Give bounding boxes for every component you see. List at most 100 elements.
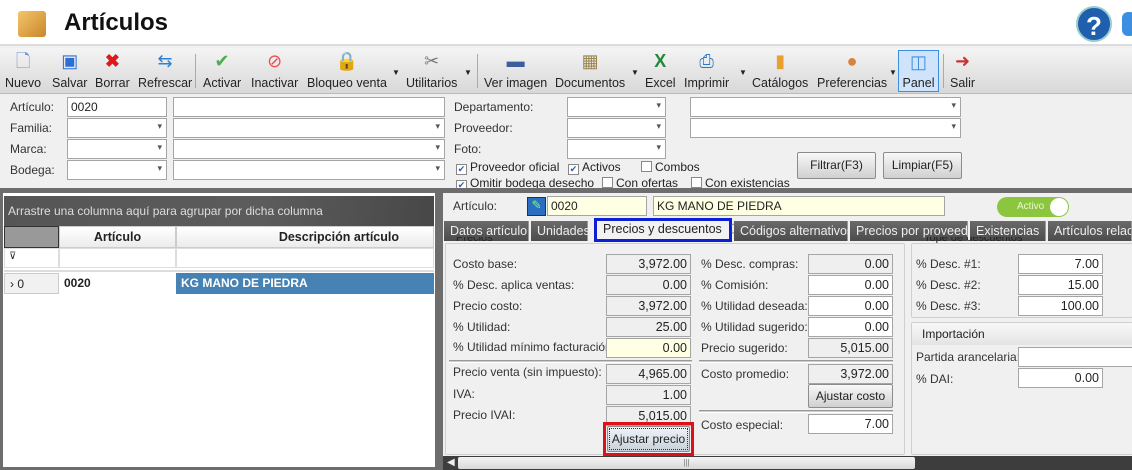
edit-icon[interactable]: ✎ [527, 197, 546, 216]
help-icon[interactable]: ? [1076, 6, 1112, 42]
row-indicator[interactable]: › 0 [4, 273, 59, 294]
utilidad-minimo-input[interactable]: 0.00 [606, 338, 691, 358]
field-label: % Desc. aplica ventas: [453, 278, 575, 292]
grid-corner[interactable] [4, 226, 59, 248]
departamento-desc-combo[interactable] [690, 97, 961, 117]
dropdown-arrow-icon[interactable]: ▼ [392, 68, 400, 77]
omitir-bodega-desecho-checkbox[interactable]: ✔ Omitir bodega desecho [456, 176, 594, 188]
horizontal-scrollbar[interactable]: ◀ ||| [443, 456, 1132, 470]
con-existencias-checkbox[interactable]: Con existencias [691, 176, 790, 188]
printer-icon: ⎙ [699, 51, 714, 71]
combos-checkbox[interactable]: Combos [641, 160, 700, 174]
con-ofertas-checkbox[interactable]: Con ofertas [602, 176, 678, 188]
filter-cell-articulo[interactable] [59, 248, 176, 268]
page-title: Artículos [64, 9, 169, 36]
proveedor-oficial-checkbox[interactable]: ✔ Proveedor oficial [456, 160, 559, 175]
new-document-icon: 🗋 [15, 51, 31, 71]
costo-especial-input[interactable]: 7.00 [808, 414, 893, 434]
ajustar-costo-button[interactable]: Ajustar costo [808, 384, 893, 408]
partida-arancelaria-input[interactable] [1018, 347, 1132, 367]
scroll-left-icon[interactable]: ◀ [447, 457, 455, 468]
save-icon: ▣ [61, 51, 79, 71]
utilidad-sugerido-input[interactable]: 0.00 [808, 317, 893, 337]
documentos-button[interactable]: ▦ Documentos [555, 50, 625, 92]
filtrar-button[interactable]: Filtrar(F3) [797, 152, 876, 179]
costo-promedio-value: 3,972.00 [808, 364, 893, 384]
familia-desc-combo[interactable] [173, 118, 445, 138]
ver-imagen-button[interactable]: ▬ Ver imagen [484, 50, 547, 92]
dropdown-arrow-icon[interactable]: ▼ [464, 68, 472, 77]
utilidad-deseada-input[interactable]: 0.00 [808, 296, 893, 316]
detail-articulo-desc[interactable]: KG MANO DE PIEDRA [653, 196, 945, 216]
tab-codigos-alternativos[interactable]: Códigos alternativos [734, 221, 853, 241]
dropdown-arrow-icon[interactable]: ▼ [631, 68, 639, 77]
excel-button[interactable]: X Excel [645, 50, 676, 92]
nuevo-button[interactable]: 🗋 Nuevo [5, 50, 41, 92]
table-row-articulo[interactable]: 0020 [59, 273, 176, 294]
bodega-code-combo[interactable] [67, 160, 167, 180]
marca-code-combo[interactable] [67, 139, 167, 159]
group-by-area[interactable]: Arrastre una columna aquí para agrupar p… [4, 196, 434, 226]
dai-input[interactable]: 0.00 [1018, 368, 1103, 388]
articulo-desc-input[interactable] [173, 97, 445, 117]
articulo-code-input[interactable]: 0020 [67, 97, 167, 117]
activos-checkbox[interactable]: ✔ Activos [568, 160, 621, 175]
activar-button[interactable]: ✔ Activar [203, 50, 241, 92]
refrescar-button[interactable]: ⇆ Refrescar [138, 50, 192, 92]
check-icon: ✔ [214, 51, 230, 71]
status-toggle[interactable]: Activo [997, 197, 1069, 217]
tab-unidades[interactable]: Unidades [531, 221, 590, 241]
field-label: % Desc. #3: [916, 299, 981, 313]
imprimir-button[interactable]: ⎙ Imprimir [684, 50, 729, 92]
table-row-descripcion[interactable]: KG MANO DE PIEDRA [176, 273, 434, 294]
checkbox-icon [602, 177, 613, 188]
tab-articulos-relacionados[interactable]: Artículos relacio [1048, 221, 1132, 241]
comision-input[interactable]: 0.00 [808, 275, 893, 295]
dropdown-arrow-icon[interactable]: ▼ [889, 68, 897, 77]
utilitarios-button[interactable]: ✂ Utilitarios [406, 50, 457, 92]
salvar-button[interactable]: ▣ Salvar [52, 50, 87, 92]
field-label: Costo especial: [701, 418, 784, 432]
column-header-articulo[interactable]: Artículo [59, 226, 176, 248]
limpiar-button[interactable]: Limpiar(F5) [883, 152, 962, 179]
field-label: IVA: [453, 387, 475, 401]
lock-icon: 🔒 [335, 51, 359, 71]
field-label: % Utilidad sugerido: [701, 320, 808, 334]
proveedor-label: Proveedor: [454, 121, 513, 135]
preferencias-button[interactable]: ● Preferencias [817, 50, 887, 92]
proveedor-code-combo[interactable] [567, 118, 666, 138]
desc-1-input[interactable]: 7.00 [1018, 254, 1103, 274]
borrar-button[interactable]: ✖ Borrar [95, 50, 130, 92]
panel-icon: ◫ [909, 52, 927, 72]
foto-combo[interactable] [567, 139, 666, 159]
bodega-label: Bodega: [10, 163, 55, 177]
filter-cell-descripcion[interactable] [176, 248, 434, 268]
toolbar-separator [195, 54, 196, 88]
proveedor-desc-combo[interactable] [690, 118, 961, 138]
panel-button[interactable]: ◫ Panel [898, 50, 939, 92]
bloqueo-venta-button[interactable]: 🔒 Bloqueo venta [307, 50, 387, 92]
marca-desc-combo[interactable] [173, 139, 445, 159]
catalogos-button[interactable]: ▮ Catálogos [752, 50, 808, 92]
articulo-filter-label: Artículo: [10, 100, 55, 114]
utilidad-value: 25.00 [606, 317, 691, 337]
departamento-code-combo[interactable] [567, 97, 666, 117]
field-label: % Comisión: [701, 278, 769, 292]
desc-3-input[interactable]: 100.00 [1018, 296, 1103, 316]
tab-precios-descuentos[interactable]: Precios y descuentos ⛶ [594, 218, 740, 242]
detail-articulo-code[interactable]: 0020 [547, 196, 647, 216]
desc-2-input[interactable]: 15.00 [1018, 275, 1103, 295]
extra-icon[interactable] [1122, 12, 1132, 36]
familia-label: Familia: [10, 121, 53, 135]
refresh-icon: ⇆ [157, 51, 173, 71]
bodega-desc-combo[interactable] [173, 160, 445, 180]
salir-button[interactable]: ➜ Salir [950, 50, 975, 92]
filter-row-icon[interactable]: ⊽ [4, 248, 59, 268]
ajustar-precio-button[interactable]: Ajustar precio [607, 426, 690, 452]
field-label: % Desc. #1: [916, 257, 981, 271]
inactivar-button[interactable]: ⊘ Inactivar [251, 50, 298, 92]
column-header-descripcion[interactable]: Descripción artículo [176, 226, 434, 248]
scrollbar-thumb[interactable]: ||| [458, 457, 915, 469]
familia-code-combo[interactable] [67, 118, 167, 138]
dropdown-arrow-icon[interactable]: ▼ [739, 68, 747, 77]
